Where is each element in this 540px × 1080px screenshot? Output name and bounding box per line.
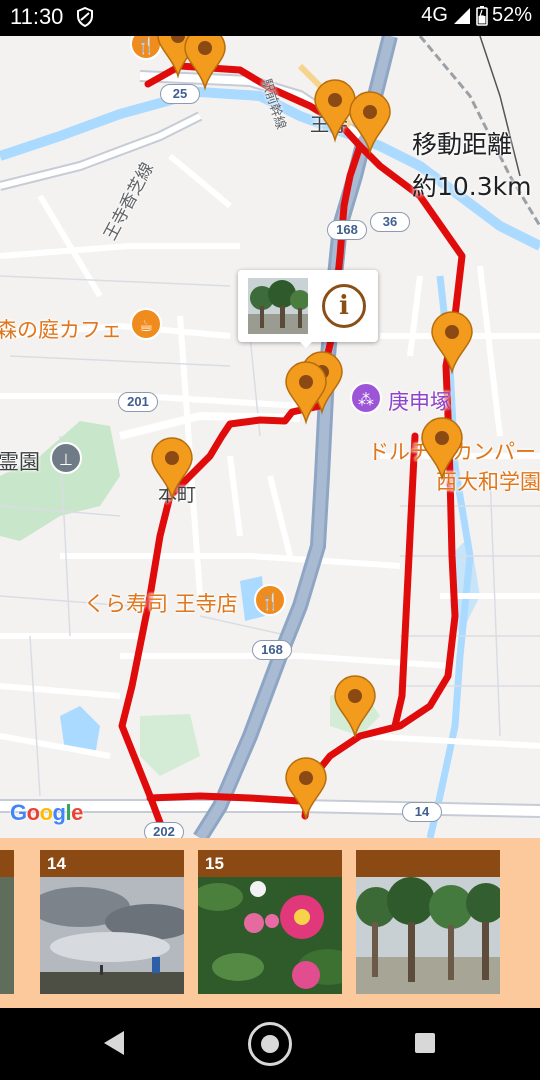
thumbnail-number [356,850,500,877]
photo-pin[interactable] [285,757,327,819]
thumbnail-number [0,850,14,877]
status-time: 11:30 [10,4,64,29]
signal-icon [453,7,470,24]
photo-strip[interactable]: 14 15 [0,838,540,1008]
photo-pin[interactable] [349,91,391,153]
photo-thumbnail[interactable]: 14 [40,850,184,994]
navigation-bar [0,1008,540,1080]
popup-photo-thumbnail[interactable] [248,278,308,334]
battery-percent: 52% [491,4,532,26]
photo-thumbnail[interactable] [356,850,500,994]
photo-pin[interactable] [421,417,463,479]
network-type: 4G [421,4,448,26]
photo-pin[interactable] [334,675,376,737]
home-icon[interactable] [248,1022,292,1066]
photo-pin[interactable] [431,311,473,373]
photo-pin[interactable] [285,361,327,423]
photo-pin[interactable] [151,437,193,499]
shield-icon [77,7,93,27]
photo-pins [151,36,473,819]
google-logo: Google [10,800,83,825]
photo-thumbnail[interactable]: 15 [198,850,342,994]
popup-tail [298,340,314,348]
thumbnail-number: 14 [40,850,184,877]
status-bar: 11:30 4G 52% [0,0,540,36]
thumbnail-number: 15 [198,850,342,877]
battery-icon [476,5,488,26]
photo-thumbnail[interactable] [0,850,14,994]
info-icon[interactable]: i [322,284,366,328]
back-icon[interactable] [102,1030,126,1056]
recents-icon[interactable] [415,1033,435,1053]
photo-pin[interactable] [184,36,226,89]
photo-popup[interactable]: i [238,270,378,348]
photo-pin[interactable] [314,79,356,141]
route-map[interactable]: 25 168 36 201 168 14 202 王寺香芝線 駅前幹線 王寺 移… [0,36,540,838]
